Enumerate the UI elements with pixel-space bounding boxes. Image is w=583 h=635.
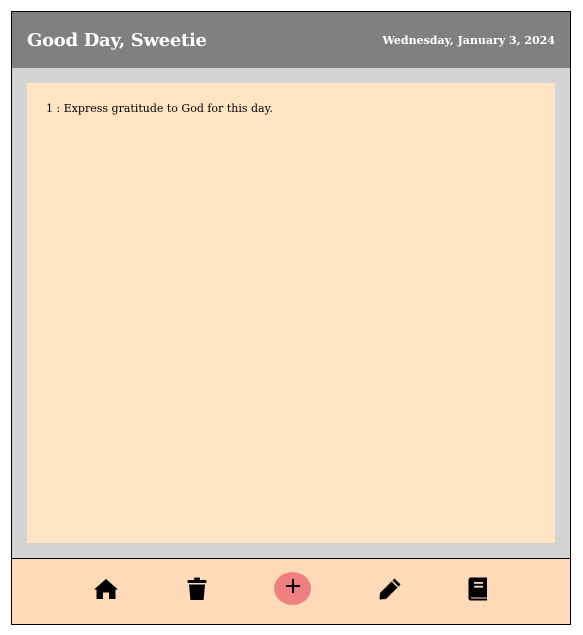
task-item[interactable]: 1 : Express gratitude to God for this da… <box>46 102 536 115</box>
greeting-title: Good Day, Sweetie <box>27 29 207 51</box>
add-task-button[interactable] <box>274 572 311 605</box>
home-button[interactable] <box>92 575 120 603</box>
journal-button[interactable] <box>464 575 492 603</box>
current-date: Wednesday, January 3, 2024 <box>382 33 555 47</box>
delete-button[interactable] <box>183 575 211 603</box>
edit-button[interactable] <box>376 575 404 603</box>
book-icon <box>468 577 488 601</box>
plus-icon <box>285 579 300 598</box>
app-header: Good Day, Sweetie Wednesday, January 3, … <box>12 12 570 68</box>
task-list-panel: 1 : Express gratitude to God for this da… <box>27 83 555 543</box>
home-icon <box>93 578 119 600</box>
pencil-icon <box>378 577 402 601</box>
app-frame: Good Day, Sweetie Wednesday, January 3, … <box>11 11 571 625</box>
bottom-toolbar <box>12 558 570 624</box>
trash-icon <box>187 577 207 601</box>
